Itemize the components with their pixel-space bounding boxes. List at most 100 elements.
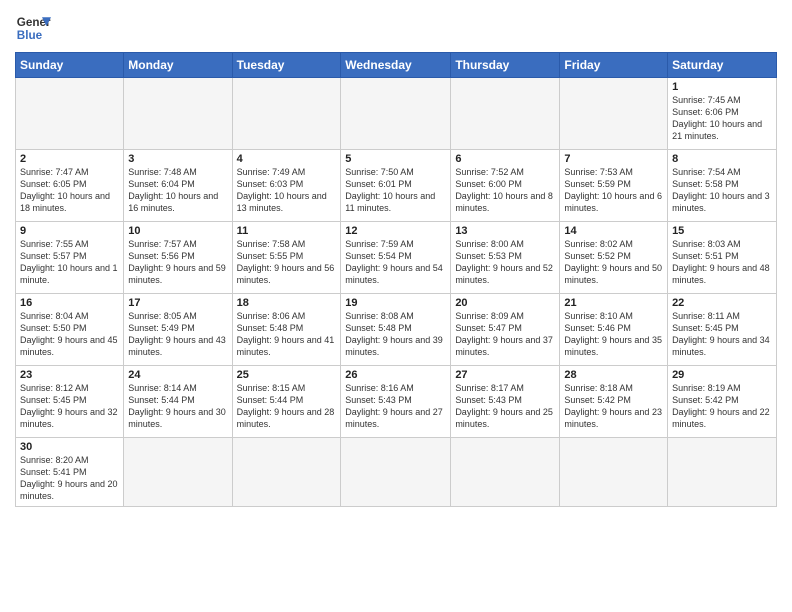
calendar-day-cell [668,438,777,507]
day-info: Sunrise: 8:02 AM Sunset: 5:52 PM Dayligh… [564,238,663,287]
weekday-header-saturday: Saturday [668,53,777,78]
logo: General Blue [15,10,51,46]
day-info: Sunrise: 8:10 AM Sunset: 5:46 PM Dayligh… [564,310,663,359]
calendar-day-cell: 23Sunrise: 8:12 AM Sunset: 5:45 PM Dayli… [16,366,124,438]
weekday-header-row: SundayMondayTuesdayWednesdayThursdayFrid… [16,53,777,78]
day-number: 7 [564,153,663,165]
day-info: Sunrise: 8:06 AM Sunset: 5:48 PM Dayligh… [237,310,337,359]
calendar-day-cell [232,78,341,150]
day-number: 23 [20,369,119,381]
day-info: Sunrise: 7:50 AM Sunset: 6:01 PM Dayligh… [345,166,446,215]
calendar-day-cell [232,438,341,507]
calendar-day-cell: 3Sunrise: 7:48 AM Sunset: 6:04 PM Daylig… [124,150,232,222]
calendar-day-cell: 21Sunrise: 8:10 AM Sunset: 5:46 PM Dayli… [560,294,668,366]
day-number: 11 [237,225,337,237]
day-info: Sunrise: 7:49 AM Sunset: 6:03 PM Dayligh… [237,166,337,215]
day-info: Sunrise: 8:19 AM Sunset: 5:42 PM Dayligh… [672,382,772,431]
day-number: 18 [237,297,337,309]
calendar-week-row: 2Sunrise: 7:47 AM Sunset: 6:05 PM Daylig… [16,150,777,222]
day-info: Sunrise: 8:11 AM Sunset: 5:45 PM Dayligh… [672,310,772,359]
calendar-day-cell [341,78,451,150]
calendar-day-cell [124,438,232,507]
calendar-day-cell: 8Sunrise: 7:54 AM Sunset: 5:58 PM Daylig… [668,150,777,222]
day-info: Sunrise: 7:59 AM Sunset: 5:54 PM Dayligh… [345,238,446,287]
day-number: 14 [564,225,663,237]
day-number: 16 [20,297,119,309]
day-info: Sunrise: 7:54 AM Sunset: 5:58 PM Dayligh… [672,166,772,215]
calendar-day-cell: 2Sunrise: 7:47 AM Sunset: 6:05 PM Daylig… [16,150,124,222]
calendar-day-cell: 29Sunrise: 8:19 AM Sunset: 5:42 PM Dayli… [668,366,777,438]
day-info: Sunrise: 8:04 AM Sunset: 5:50 PM Dayligh… [20,310,119,359]
calendar-day-cell: 13Sunrise: 8:00 AM Sunset: 5:53 PM Dayli… [451,222,560,294]
calendar-day-cell: 19Sunrise: 8:08 AM Sunset: 5:48 PM Dayli… [341,294,451,366]
day-number: 24 [128,369,227,381]
day-number: 25 [237,369,337,381]
calendar-day-cell [560,438,668,507]
day-number: 9 [20,225,119,237]
day-number: 20 [455,297,555,309]
generalblue-logo-icon: General Blue [15,10,51,46]
weekday-header-monday: Monday [124,53,232,78]
day-info: Sunrise: 7:57 AM Sunset: 5:56 PM Dayligh… [128,238,227,287]
day-number: 6 [455,153,555,165]
calendar-day-cell: 11Sunrise: 7:58 AM Sunset: 5:55 PM Dayli… [232,222,341,294]
calendar-day-cell: 24Sunrise: 8:14 AM Sunset: 5:44 PM Dayli… [124,366,232,438]
day-info: Sunrise: 7:58 AM Sunset: 5:55 PM Dayligh… [237,238,337,287]
calendar-day-cell: 5Sunrise: 7:50 AM Sunset: 6:01 PM Daylig… [341,150,451,222]
calendar-day-cell: 17Sunrise: 8:05 AM Sunset: 5:49 PM Dayli… [124,294,232,366]
day-info: Sunrise: 7:52 AM Sunset: 6:00 PM Dayligh… [455,166,555,215]
day-info: Sunrise: 7:48 AM Sunset: 6:04 PM Dayligh… [128,166,227,215]
day-number: 26 [345,369,446,381]
day-number: 27 [455,369,555,381]
calendar-day-cell: 18Sunrise: 8:06 AM Sunset: 5:48 PM Dayli… [232,294,341,366]
day-number: 21 [564,297,663,309]
day-info: Sunrise: 8:12 AM Sunset: 5:45 PM Dayligh… [20,382,119,431]
svg-text:Blue: Blue [17,29,43,42]
calendar-day-cell: 25Sunrise: 8:15 AM Sunset: 5:44 PM Dayli… [232,366,341,438]
day-info: Sunrise: 8:09 AM Sunset: 5:47 PM Dayligh… [455,310,555,359]
calendar-day-cell [451,438,560,507]
calendar-day-cell: 16Sunrise: 8:04 AM Sunset: 5:50 PM Dayli… [16,294,124,366]
calendar-day-cell: 20Sunrise: 8:09 AM Sunset: 5:47 PM Dayli… [451,294,560,366]
calendar-day-cell [451,78,560,150]
calendar-day-cell: 9Sunrise: 7:55 AM Sunset: 5:57 PM Daylig… [16,222,124,294]
calendar-table: SundayMondayTuesdayWednesdayThursdayFrid… [15,52,777,507]
day-number: 22 [672,297,772,309]
day-info: Sunrise: 8:14 AM Sunset: 5:44 PM Dayligh… [128,382,227,431]
calendar-day-cell: 27Sunrise: 8:17 AM Sunset: 5:43 PM Dayli… [451,366,560,438]
weekday-header-sunday: Sunday [16,53,124,78]
calendar-week-row: 9Sunrise: 7:55 AM Sunset: 5:57 PM Daylig… [16,222,777,294]
calendar-day-cell: 28Sunrise: 8:18 AM Sunset: 5:42 PM Dayli… [560,366,668,438]
header: General Blue [15,10,777,46]
day-number: 5 [345,153,446,165]
calendar-day-cell [560,78,668,150]
calendar-week-row: 23Sunrise: 8:12 AM Sunset: 5:45 PM Dayli… [16,366,777,438]
day-info: Sunrise: 7:45 AM Sunset: 6:06 PM Dayligh… [672,94,772,143]
day-info: Sunrise: 8:16 AM Sunset: 5:43 PM Dayligh… [345,382,446,431]
calendar-day-cell [124,78,232,150]
day-info: Sunrise: 8:15 AM Sunset: 5:44 PM Dayligh… [237,382,337,431]
calendar-day-cell: 6Sunrise: 7:52 AM Sunset: 6:00 PM Daylig… [451,150,560,222]
day-info: Sunrise: 8:20 AM Sunset: 5:41 PM Dayligh… [20,454,119,503]
calendar-week-row: 16Sunrise: 8:04 AM Sunset: 5:50 PM Dayli… [16,294,777,366]
day-number: 13 [455,225,555,237]
weekday-header-tuesday: Tuesday [232,53,341,78]
day-number: 10 [128,225,227,237]
calendar-day-cell: 30Sunrise: 8:20 AM Sunset: 5:41 PM Dayli… [16,438,124,507]
calendar-day-cell: 12Sunrise: 7:59 AM Sunset: 5:54 PM Dayli… [341,222,451,294]
day-number: 29 [672,369,772,381]
day-number: 12 [345,225,446,237]
calendar-day-cell: 26Sunrise: 8:16 AM Sunset: 5:43 PM Dayli… [341,366,451,438]
day-number: 3 [128,153,227,165]
day-info: Sunrise: 8:18 AM Sunset: 5:42 PM Dayligh… [564,382,663,431]
day-number: 15 [672,225,772,237]
day-info: Sunrise: 8:05 AM Sunset: 5:49 PM Dayligh… [128,310,227,359]
weekday-header-wednesday: Wednesday [341,53,451,78]
day-info: Sunrise: 8:03 AM Sunset: 5:51 PM Dayligh… [672,238,772,287]
calendar-day-cell: 14Sunrise: 8:02 AM Sunset: 5:52 PM Dayli… [560,222,668,294]
day-info: Sunrise: 8:08 AM Sunset: 5:48 PM Dayligh… [345,310,446,359]
calendar-day-cell [16,78,124,150]
page: General Blue SundayMondayTuesdayWednesda… [0,0,792,517]
weekday-header-thursday: Thursday [451,53,560,78]
calendar-day-cell: 10Sunrise: 7:57 AM Sunset: 5:56 PM Dayli… [124,222,232,294]
